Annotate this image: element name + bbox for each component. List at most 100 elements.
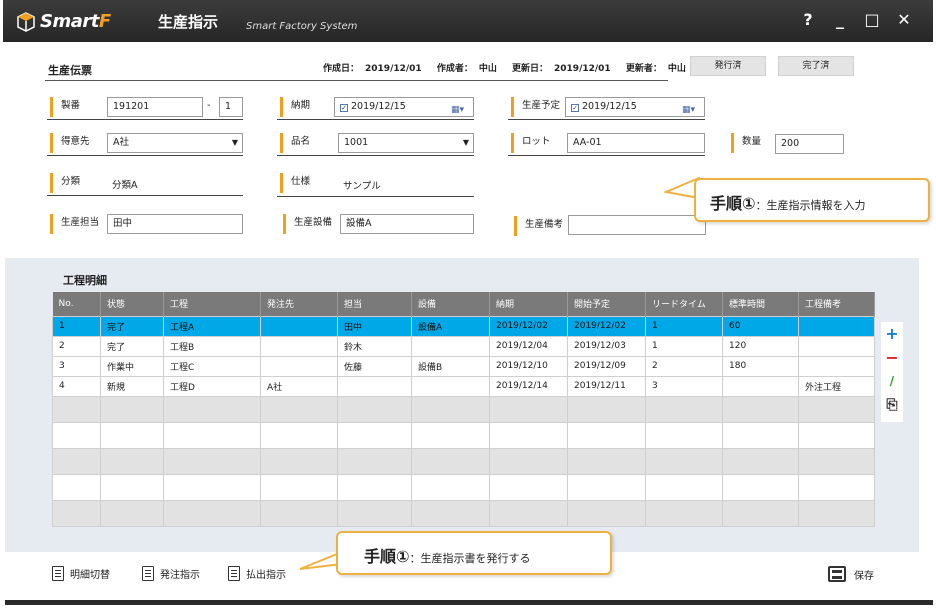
table-cell[interactable] [645, 499, 723, 527]
table-cell[interactable] [798, 315, 875, 337]
table-cell[interactable]: 2019/12/10 [489, 355, 568, 377]
order-instruction-button[interactable]: 発注指示 [142, 566, 200, 581]
table-cell[interactable]: 外注工程 [798, 375, 875, 397]
table-cell[interactable] [100, 421, 164, 449]
column-header[interactable]: 納期 [489, 292, 568, 316]
table-cell[interactable]: 2019/12/14 [489, 375, 568, 397]
item-select[interactable]: 1001 ▼ [338, 133, 474, 153]
table-cell[interactable] [798, 473, 875, 501]
empty-row[interactable] [52, 395, 875, 423]
table-cell[interactable]: 2019/12/03 [567, 335, 646, 357]
table-cell[interactable] [567, 499, 646, 527]
table-cell[interactable] [100, 499, 164, 527]
column-header[interactable]: 状態 [100, 292, 164, 316]
table-cell[interactable]: 1 [52, 315, 101, 337]
table-cell[interactable] [489, 421, 568, 449]
table-cell[interactable] [337, 421, 412, 449]
table-cell[interactable]: 田中 [337, 315, 412, 337]
table-cell[interactable] [722, 421, 799, 449]
copy-row-icon[interactable]: ⎘ [881, 397, 903, 413]
table-cell[interactable] [337, 447, 412, 475]
column-header[interactable]: No. [52, 292, 101, 316]
table-cell[interactable]: 3 [52, 355, 101, 377]
table-cell[interactable] [100, 473, 164, 501]
table-cell[interactable] [645, 395, 723, 423]
table-cell[interactable] [411, 499, 490, 527]
lot-input[interactable]: AA-01 [567, 133, 705, 153]
calendar-dropdown-icon[interactable]: ▦▾ [682, 101, 700, 115]
table-cell[interactable]: 工程D [163, 375, 261, 397]
table-cell[interactable]: 180 [722, 355, 799, 377]
table-cell[interactable]: 4 [52, 375, 101, 397]
table-cell[interactable]: 作業中 [100, 355, 164, 377]
table-cell[interactable] [489, 473, 568, 501]
help-button[interactable]: ? [799, 10, 817, 29]
table-cell[interactable] [260, 447, 338, 475]
deadline-checkbox[interactable]: ✓ [340, 104, 348, 112]
edit-row-icon[interactable]: / [881, 374, 903, 388]
maximize-button[interactable]: □ [863, 10, 881, 29]
issue-instruction-button[interactable]: 払出指示 [228, 566, 286, 581]
equipment-input[interactable]: 設備A [340, 214, 474, 234]
plan-checkbox[interactable]: ✓ [571, 104, 579, 112]
table-cell[interactable] [489, 499, 568, 527]
table-cell[interactable]: 2019/12/11 [567, 375, 646, 397]
table-cell[interactable]: 工程B [163, 335, 261, 357]
table-cell[interactable] [52, 395, 101, 423]
table-cell[interactable]: 2019/12/02 [489, 315, 568, 337]
table-cell[interactable]: 2 [645, 355, 723, 377]
table-cell[interactable] [798, 335, 875, 357]
table-cell[interactable] [722, 499, 799, 527]
table-cell[interactable] [260, 335, 338, 357]
column-header[interactable]: 担当 [337, 292, 412, 316]
table-cell[interactable]: 設備A [411, 315, 490, 337]
table-cell[interactable]: 1 [645, 315, 723, 337]
table-cell[interactable] [337, 375, 412, 397]
empty-row[interactable] [52, 447, 875, 475]
save-button[interactable]: 保存 [828, 566, 874, 582]
empty-row[interactable] [52, 421, 875, 449]
empty-row[interactable] [52, 473, 875, 501]
table-cell[interactable]: 佐藤 [337, 355, 412, 377]
table-cell[interactable] [645, 473, 723, 501]
table-cell[interactable]: 完了 [100, 335, 164, 357]
column-header[interactable]: 設備 [411, 292, 490, 316]
customer-select[interactable]: A社 ▼ [107, 133, 243, 153]
table-cell[interactable] [411, 375, 490, 397]
table-cell[interactable]: 1 [645, 335, 723, 357]
table-cell[interactable] [798, 395, 875, 423]
table-cell[interactable] [489, 447, 568, 475]
table-cell[interactable] [411, 395, 490, 423]
column-header[interactable]: 開始予定 [567, 292, 646, 316]
table-cell[interactable] [722, 395, 799, 423]
table-cell[interactable]: 新規 [100, 375, 164, 397]
table-cell[interactable] [567, 447, 646, 475]
table-row[interactable]: 2 完了 工程B 鈴木 2019/12/04 2019/12/03 1 120 [52, 335, 875, 357]
table-cell[interactable] [260, 473, 338, 501]
close-button[interactable]: ✕ [895, 10, 913, 29]
table-cell[interactable] [411, 335, 490, 357]
table-cell[interactable] [722, 447, 799, 475]
table-cell[interactable] [52, 421, 101, 449]
table-cell[interactable]: 60 [722, 315, 799, 337]
table-cell[interactable] [798, 421, 875, 449]
table-cell[interactable]: 3 [645, 375, 723, 397]
completed-button[interactable]: 完了済 [778, 56, 854, 76]
table-row[interactable]: 4 新規 工程D A社 2019/12/14 2019/12/11 3 外注工程 [52, 375, 875, 397]
seiban-input[interactable]: 191201 [107, 97, 203, 117]
table-cell[interactable] [411, 473, 490, 501]
table-cell[interactable] [337, 473, 412, 501]
issued-button[interactable]: 発行済 [690, 56, 766, 76]
table-cell[interactable] [645, 447, 723, 475]
column-header[interactable]: 工程備考 [798, 292, 875, 316]
column-header[interactable]: 発注先 [260, 292, 338, 316]
table-cell[interactable]: 2019/12/09 [567, 355, 646, 377]
table-cell[interactable] [260, 395, 338, 423]
minimize-button[interactable]: _ [831, 10, 849, 29]
qty-input[interactable]: 200 [775, 134, 844, 154]
table-row[interactable]: 3 作業中 工程C 佐藤 設備B 2019/12/10 2019/12/09 2 180 [52, 355, 875, 377]
table-cell[interactable] [52, 499, 101, 527]
table-cell[interactable]: 2019/12/02 [567, 315, 646, 337]
table-cell[interactable] [337, 395, 412, 423]
table-cell[interactable] [411, 421, 490, 449]
